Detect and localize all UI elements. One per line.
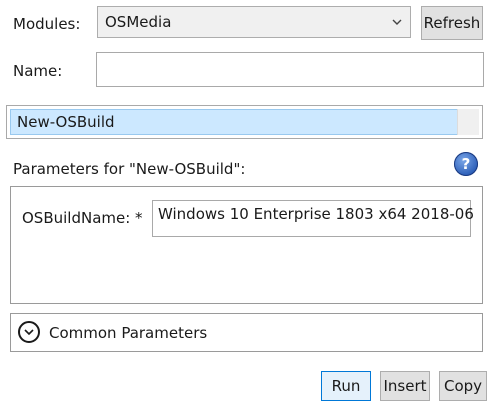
command-item-label: New-OSBuild [17,113,115,131]
insert-button[interactable]: Insert [380,371,430,401]
name-input[interactable] [96,52,484,87]
osbuildname-input[interactable]: Windows 10 Enterprise 1803 x64 2018-06 [152,200,474,237]
common-parameters-expander[interactable]: Common Parameters [10,313,483,352]
help-icon[interactable]: ? [454,152,478,176]
name-label: Name: [13,62,63,80]
command-list-scrollbar[interactable] [457,109,479,135]
modules-label: Modules: [13,15,81,33]
expand-chevron-icon[interactable] [18,321,40,343]
refresh-button[interactable]: Refresh [421,6,483,40]
common-parameters-label: Common Parameters [49,324,208,342]
copy-button[interactable]: Copy [439,371,487,401]
modules-dropdown[interactable]: OSMedia [97,6,411,38]
parameters-header: Parameters for "New-OSBuild": [13,160,246,178]
command-item-selected[interactable]: New-OSBuild [10,109,461,135]
osbuildname-input-value: Windows 10 Enterprise 1803 x64 2018-06 [158,205,474,223]
parameters-panel: OSBuildName: * Windows 10 Enterprise 180… [10,186,483,304]
run-button[interactable]: Run [321,371,371,401]
chevron-down-icon [392,19,402,25]
modules-selected-value: OSMedia [105,13,172,31]
command-list[interactable]: New-OSBuild [6,105,483,139]
osbuildname-label: OSBuildName: * [22,209,143,227]
